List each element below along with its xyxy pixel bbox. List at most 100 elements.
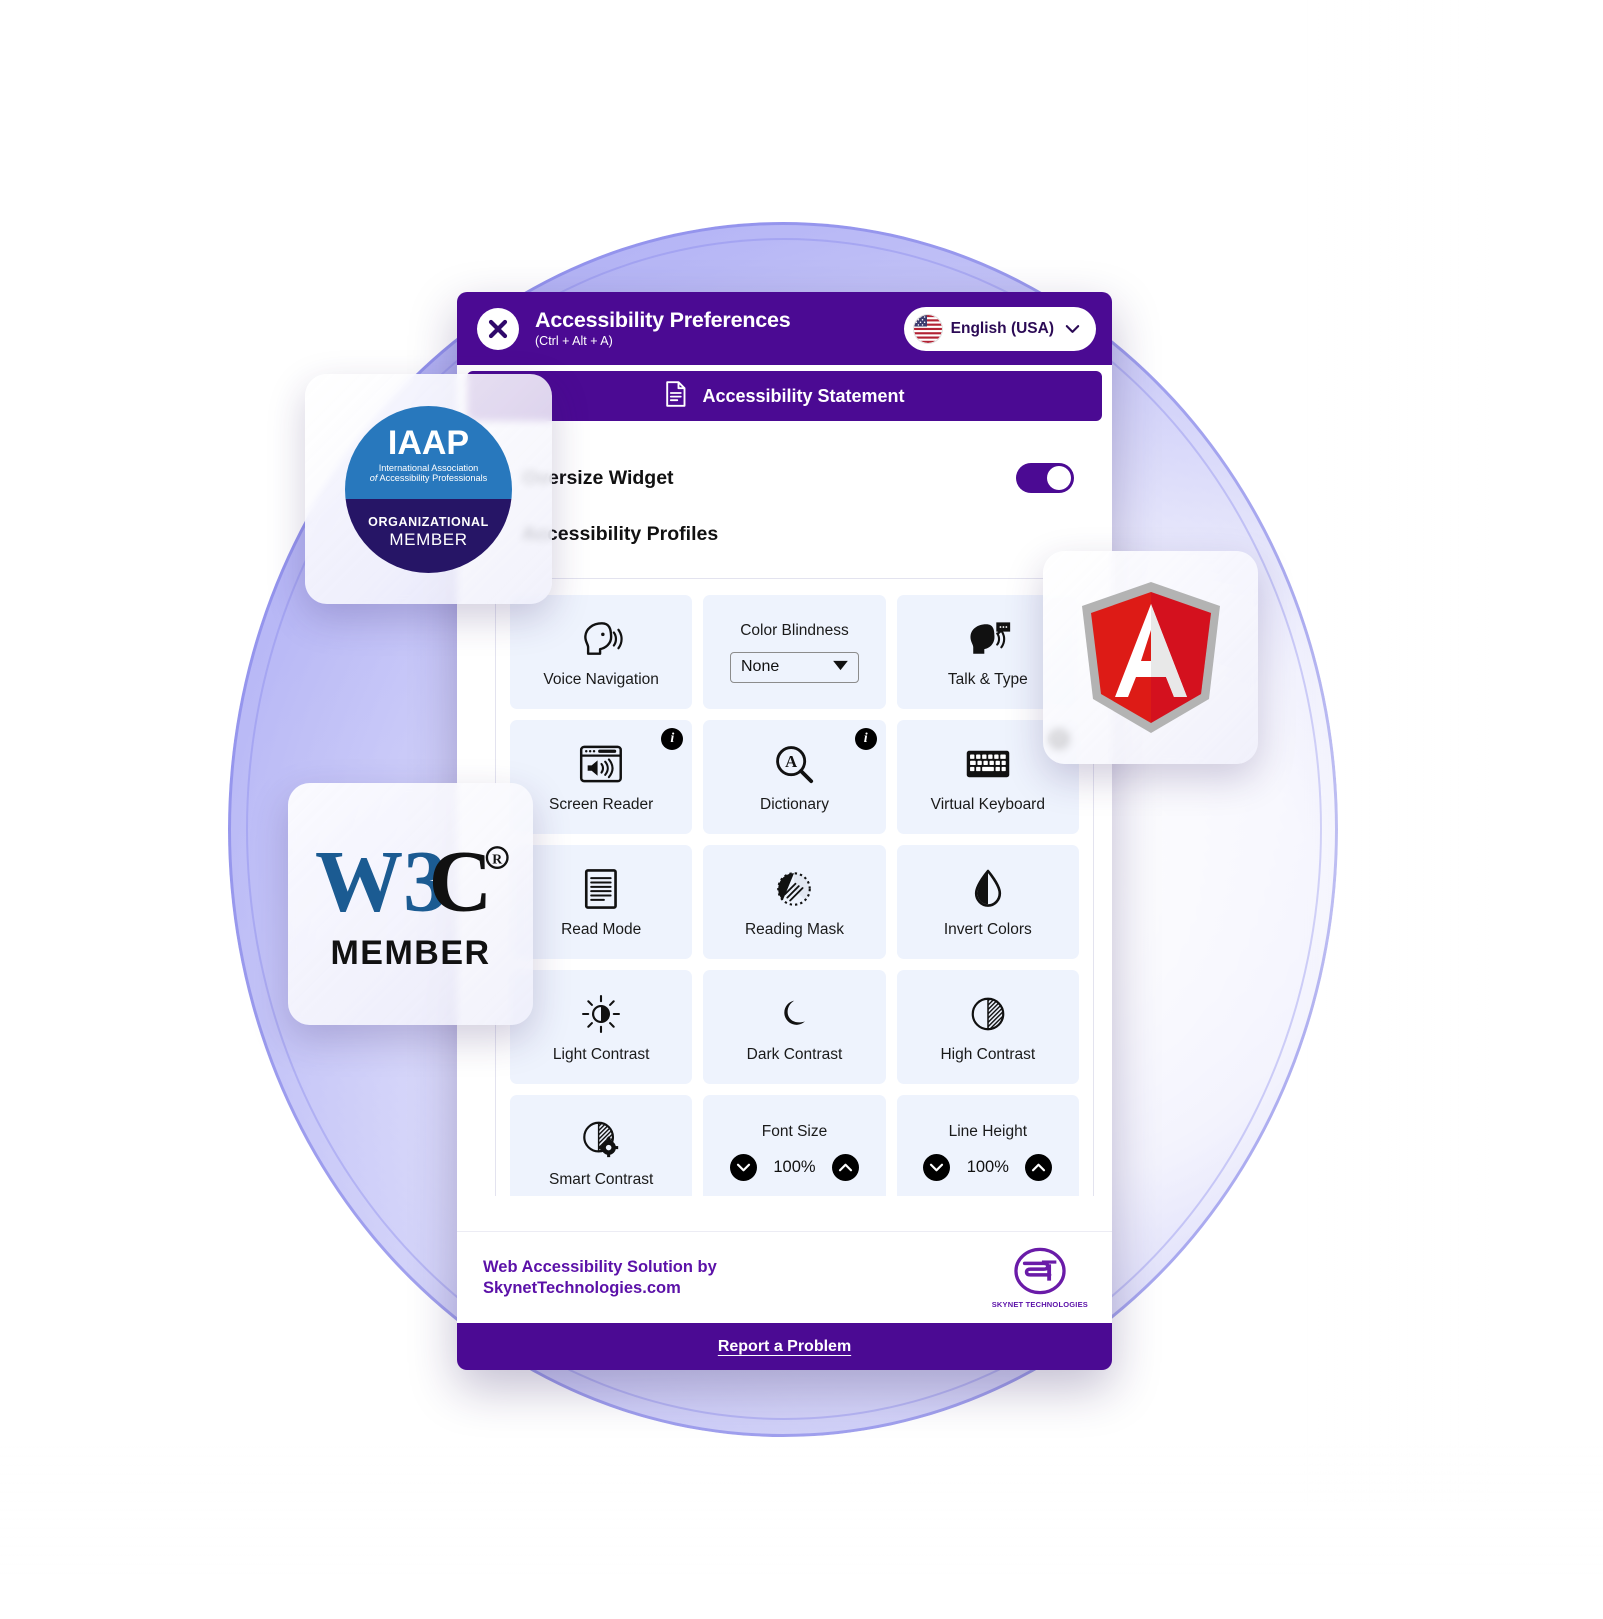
badge-card-w3c: W3 C R MEMBER: [288, 783, 533, 1025]
badge-card-angular: [1043, 551, 1258, 764]
line-height-stepper: 100%: [923, 1154, 1053, 1182]
feature-label: Light Contrast: [552, 1045, 650, 1063]
feature-label: Dictionary: [760, 795, 829, 813]
report-a-problem-link[interactable]: Report a Problem: [718, 1338, 851, 1356]
feature-label: Invert Colors: [943, 920, 1032, 938]
color-blindness-value: None: [740, 658, 780, 675]
feature-label: Reading Mask: [744, 920, 845, 938]
chevron-up-circle-icon[interactable]: [831, 1154, 859, 1182]
document-lines-icon: [584, 866, 618, 912]
circle-gear-icon: [580, 1116, 622, 1162]
angular-logo-icon: [1075, 578, 1227, 738]
feature-tile-line-height: Line Height 100%: [896, 1095, 1079, 1196]
w3c-member-label: MEMBER: [330, 933, 491, 972]
talk-type-icon: [964, 616, 1012, 662]
footer-credit: Web Accessibility Solution by SkynetTech…: [483, 1257, 717, 1298]
feature-label: High Contrast: [940, 1045, 1036, 1063]
w3c-logo: W3 C R MEMBER: [313, 836, 509, 973]
chevron-up-circle-icon[interactable]: [1025, 1154, 1053, 1182]
feature-tile-color-blindness[interactable]: Color Blindness None: [703, 595, 886, 709]
widget-footer: Web Accessibility Solution by SkynetTech…: [457, 1231, 1112, 1323]
feature-label: Virtual Keyboard: [930, 795, 1045, 813]
skynet-technologies-logo: SKYNET TECHNOLOGIES: [992, 1247, 1088, 1309]
feature-tile-voice-navigation[interactable]: Voice Navigation: [510, 595, 693, 709]
document-icon: [664, 380, 688, 412]
language-selector[interactable]: English (USA): [903, 306, 1096, 351]
accessibility-profiles-row[interactable]: Accessibility Profiles: [467, 493, 1102, 546]
circle-half-icon: [968, 991, 1008, 1037]
iaap-line2-italic: of: [369, 473, 378, 484]
oversize-widget-row: Oversize Widget: [467, 421, 1102, 493]
widget-body: Oversize Widget Accessibility Profiles V…: [457, 421, 1112, 1231]
svg-text:A: A: [786, 752, 798, 771]
toggle-knob: [1047, 466, 1071, 490]
badge-card-iaap: IAAP International Association of Access…: [305, 374, 552, 604]
color-blindness-select[interactable]: None: [729, 651, 859, 683]
feature-tile-dictionary[interactable]: i A Dictionary: [703, 720, 886, 834]
feature-label: Voice Navigation: [543, 670, 659, 688]
feature-label: Read Mode: [561, 920, 642, 938]
feature-label: Font Size: [761, 1122, 828, 1140]
feature-tile-high-contrast[interactable]: High Contrast: [896, 970, 1079, 1084]
close-icon[interactable]: [477, 307, 519, 350]
page-title: Accessibility Preferences: [535, 307, 791, 332]
feature-label: Smart Contrast: [549, 1170, 654, 1188]
feature-label: Talk & Type: [947, 670, 1028, 688]
w3c-wordmark: W3 C R: [313, 836, 509, 932]
chevron-down-icon: [1063, 319, 1082, 338]
keyboard-icon: [965, 741, 1011, 787]
info-icon[interactable]: i: [661, 728, 684, 750]
font-size-stepper: 100%: [729, 1154, 859, 1182]
reading-mask-icon: [773, 866, 815, 912]
feature-tile-dark-contrast[interactable]: Dark Contrast: [703, 970, 886, 1084]
iaap-line1: International Association: [378, 463, 479, 474]
feature-grid: Voice Navigation Color Blindness None Ta…: [510, 595, 1079, 1196]
feature-tile-light-contrast[interactable]: Light Contrast: [510, 970, 693, 1084]
iaap-logo-top: IAAP International Association of Access…: [345, 405, 512, 499]
accessibility-widget-panel: Accessibility Preferences (Ctrl + Alt + …: [457, 292, 1112, 1370]
feature-tile-font-size: Font Size 100%: [703, 1095, 886, 1196]
svg-text:R: R: [492, 851, 503, 866]
iaap-tier: ORGANIZATIONAL: [368, 515, 489, 529]
us-flag-icon: [913, 314, 942, 343]
iaap-line2: of Accessibility Professionals: [370, 473, 487, 483]
iaap-logo: IAAP International Association of Access…: [345, 405, 512, 573]
feature-grid-card: Voice Navigation Color Blindness None Ta…: [495, 578, 1094, 1196]
iaap-acronym: IAAP: [387, 423, 470, 462]
page-root: Accessibility Preferences (Ctrl + Alt + …: [0, 0, 1603, 1619]
widget-header: Accessibility Preferences (Ctrl + Alt + …: [457, 292, 1112, 365]
feature-label: Line Height: [948, 1122, 1028, 1140]
footer-credit-line1: Web Accessibility Solution by: [483, 1257, 717, 1276]
iaap-logo-bottom: ORGANIZATIONAL MEMBER: [345, 498, 512, 573]
droplet-half-icon: [971, 866, 1005, 912]
language-label: English (USA): [950, 319, 1054, 337]
feature-label: Screen Reader: [549, 795, 654, 813]
sun-half-icon: [580, 991, 622, 1037]
feature-tile-smart-contrast[interactable]: Smart Contrast: [510, 1095, 693, 1196]
background-fade-right: [1303, 0, 1603, 1619]
feature-tile-read-mode[interactable]: Read Mode: [510, 845, 693, 959]
feature-tile-screen-reader[interactable]: i Screen Reader: [510, 720, 693, 834]
footer-credit-line2[interactable]: SkynetTechnologies.com: [483, 1278, 717, 1299]
svg-text:C: C: [428, 836, 492, 930]
statement-label: Accessibility Statement: [702, 385, 905, 406]
widget-bottom-bar: Report a Problem: [457, 1323, 1112, 1370]
feature-label: Color Blindness: [740, 621, 849, 639]
speaking-head-icon: [578, 616, 624, 662]
accessibility-statement-button[interactable]: Accessibility Statement: [467, 371, 1102, 421]
feature-label: Dark Contrast: [746, 1045, 843, 1063]
chevron-down-circle-icon[interactable]: [923, 1154, 951, 1182]
chevron-down-circle-icon[interactable]: [729, 1154, 757, 1182]
feature-tile-reading-mask[interactable]: Reading Mask: [703, 845, 886, 959]
line-height-value: 100%: [966, 1158, 1009, 1177]
iaap-line2-rest: Accessibility Professionals: [379, 473, 488, 484]
moon-icon: [775, 991, 813, 1037]
header-titles: Accessibility Preferences (Ctrl + Alt + …: [535, 307, 904, 348]
feature-tile-invert-colors[interactable]: Invert Colors: [896, 845, 1079, 959]
statement-section: Accessibility Statement: [457, 365, 1112, 421]
oversize-widget-toggle[interactable]: [1016, 463, 1074, 493]
dictionary-icon: A: [773, 741, 815, 787]
info-icon[interactable]: i: [854, 728, 877, 750]
background-fade-bottom: [0, 1439, 1603, 1619]
screen-reader-icon: [579, 741, 623, 787]
